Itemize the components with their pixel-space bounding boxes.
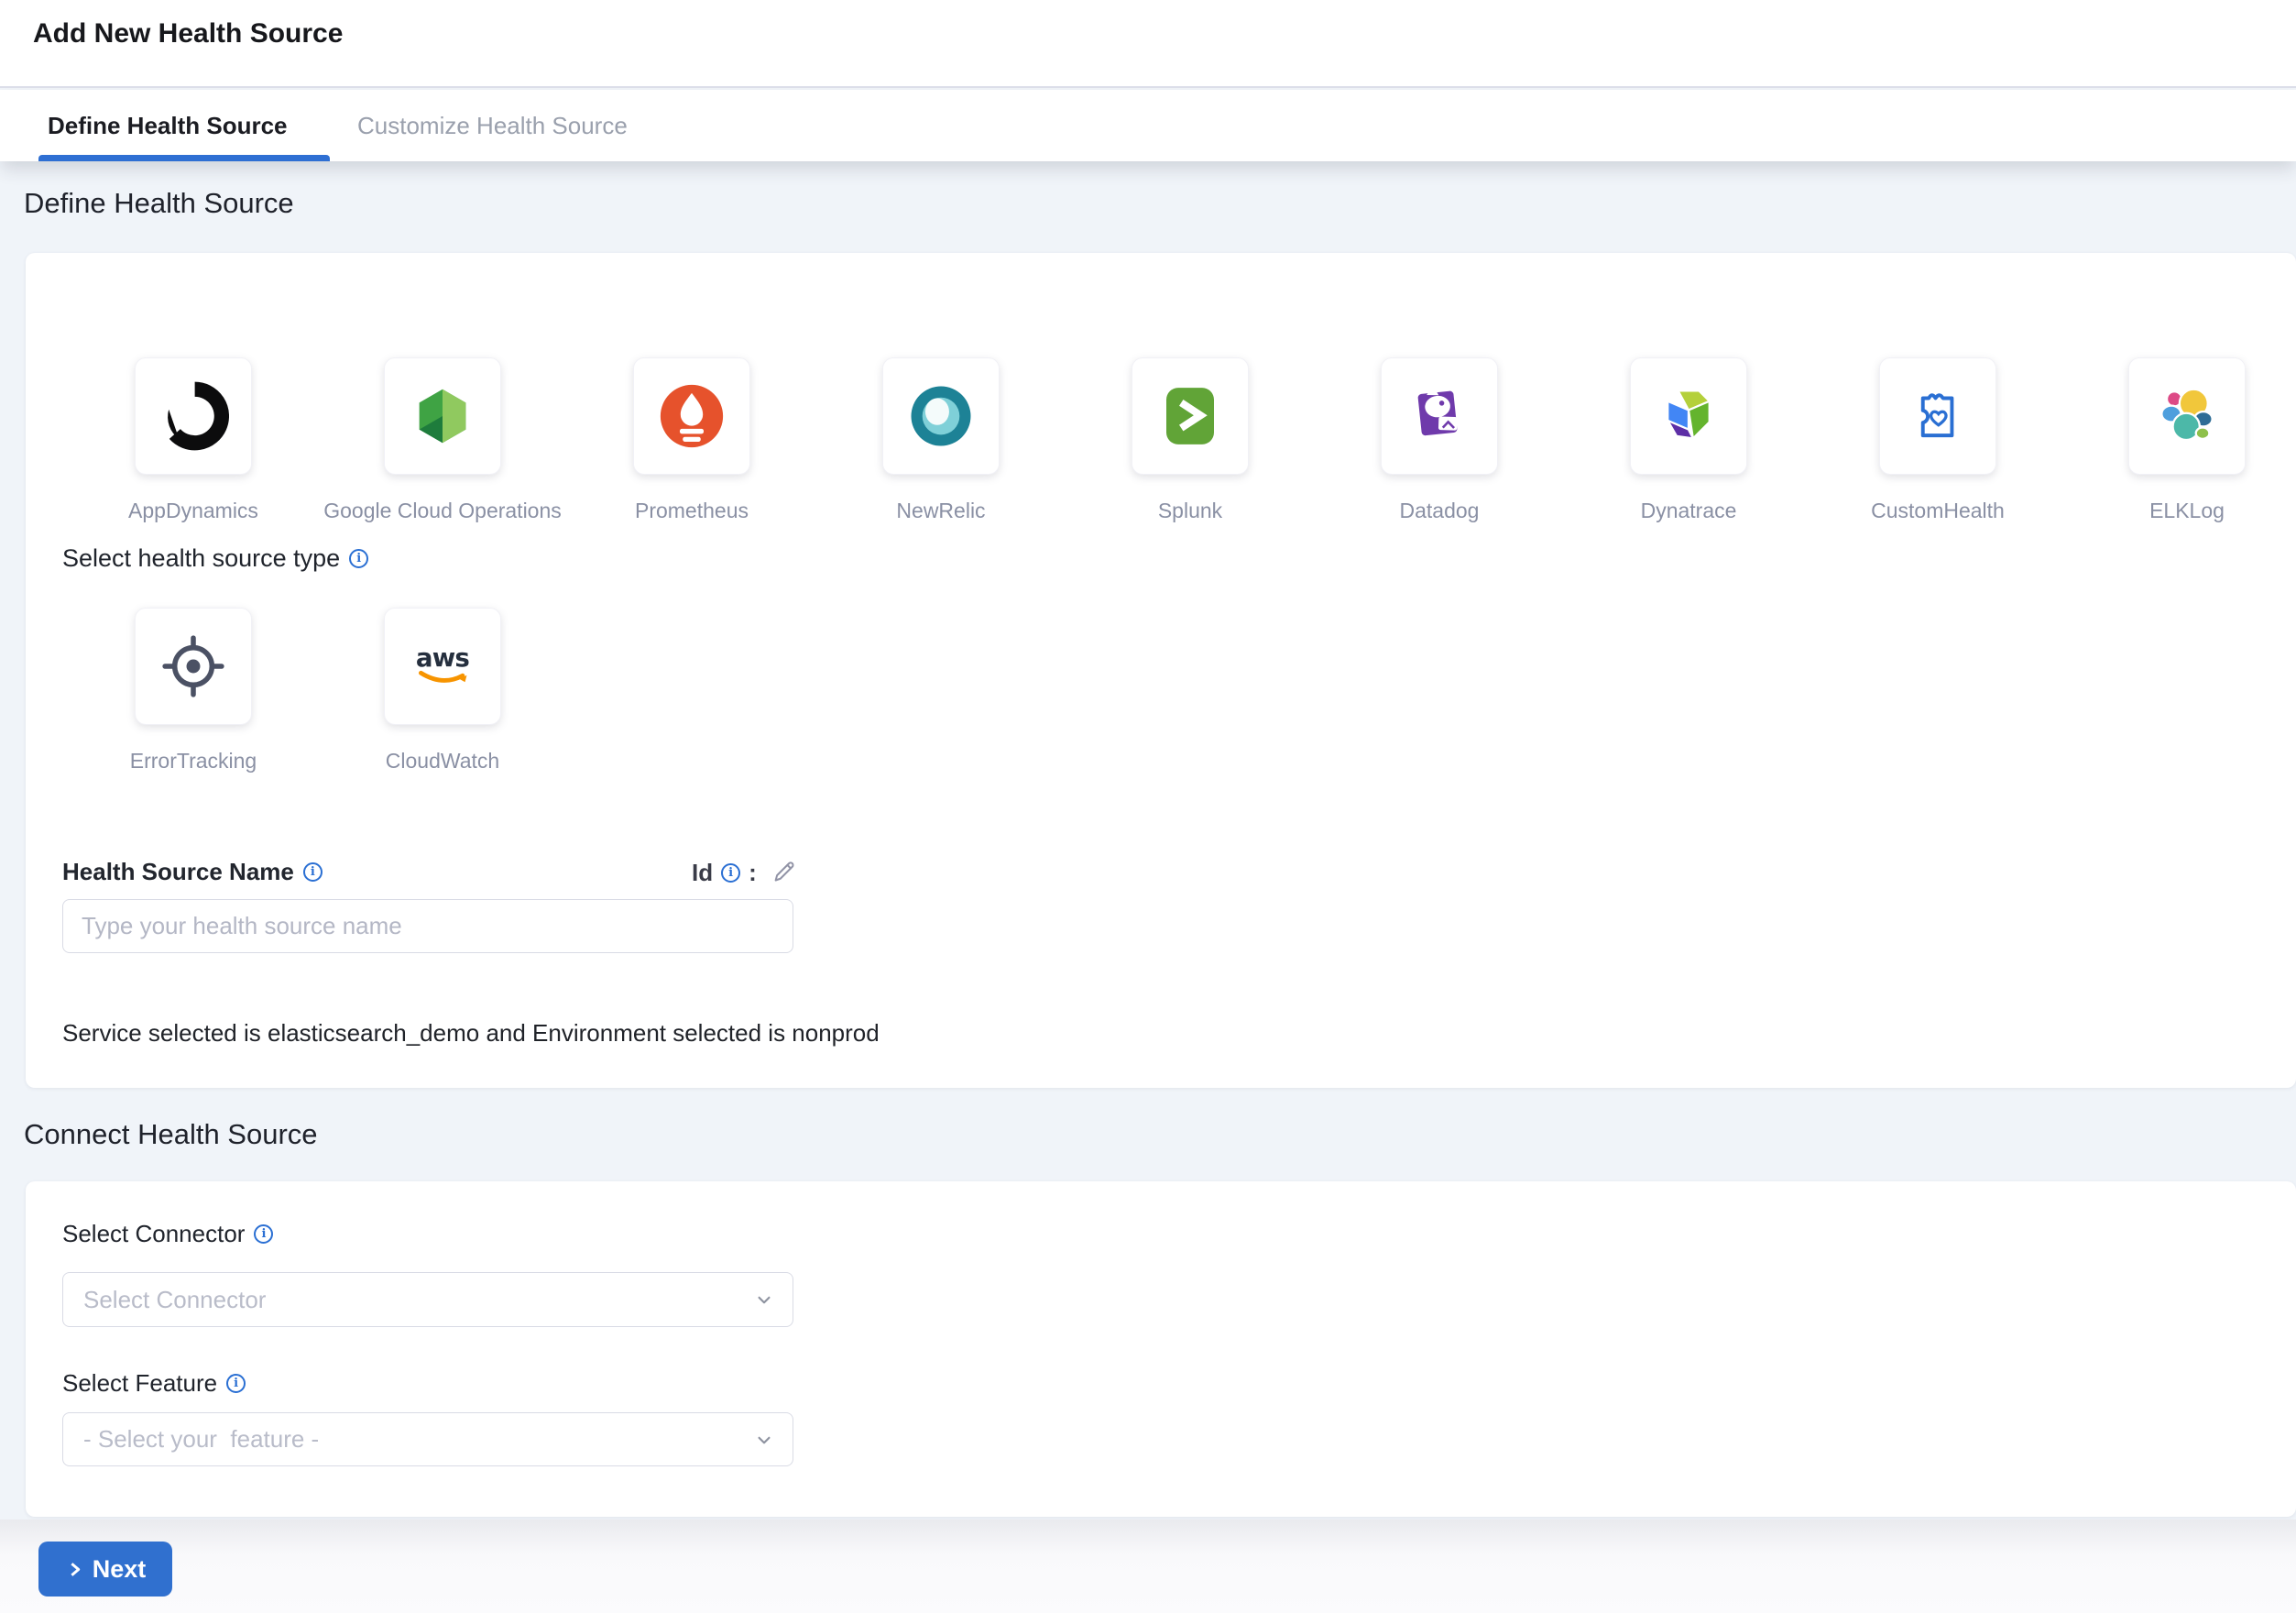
feature-select[interactable]: - Select your feature - — [62, 1412, 793, 1466]
tab-define-label: Define Health Source — [48, 112, 288, 140]
svg-text:aws: aws — [416, 642, 470, 673]
health-source-type-prometheus[interactable] — [633, 357, 750, 475]
id-info-icon[interactable] — [721, 863, 740, 883]
health-source-type-label: ELKLog — [2149, 499, 2225, 523]
id-colon: : — [749, 859, 757, 887]
health-source-type-label: AppDynamics — [128, 499, 258, 523]
customhealth-icon — [1902, 380, 1973, 452]
chevron-down-icon — [752, 1428, 776, 1452]
select-feature-info-icon[interactable] — [226, 1374, 246, 1393]
health-source-type-cell-splunk: Splunk — [1066, 357, 1315, 523]
connect-section-heading: Connect Health Source — [24, 1118, 318, 1151]
health-source-type-dynatrace[interactable] — [1630, 357, 1747, 475]
define-section-heading: Define Health Source — [24, 187, 294, 220]
select-connector-label: Select Connector — [62, 1220, 245, 1248]
name-label-row: Health Source Name — [62, 858, 323, 886]
health-source-type-elklog[interactable] — [2128, 357, 2246, 475]
tab-customize-health-source[interactable]: Customize Health Source — [357, 90, 628, 161]
health-source-type-label: CloudWatch — [386, 749, 499, 774]
health-source-name-input[interactable] — [62, 899, 793, 953]
health-source-type-appdynamics[interactable] — [135, 357, 252, 475]
edit-id-button[interactable] — [771, 858, 798, 888]
service-environment-note: Service selected is elasticsearch_demo a… — [62, 1019, 880, 1048]
health-source-type-cell-errortracking: ErrorTracking — [69, 608, 318, 774]
health-source-type-cell-appdynamics: AppDynamics — [69, 357, 318, 523]
health-source-name-label: Health Source Name — [62, 858, 294, 886]
pencil-icon — [771, 858, 798, 888]
health-source-type-customhealth[interactable] — [1879, 357, 1996, 475]
health-source-type-cloudwatch[interactable]: aws — [384, 608, 501, 725]
health-source-type-label: ErrorTracking — [130, 749, 257, 774]
health-source-type-cell-elklog: ELKLog — [2062, 357, 2296, 523]
splunk-icon — [1154, 380, 1226, 452]
appdynamics-icon — [158, 380, 229, 452]
select-connector-info-icon[interactable] — [254, 1224, 273, 1244]
health-source-type-cell-datadog: Datadog — [1315, 357, 1564, 523]
page-title: Add New Health Source — [33, 18, 343, 49]
health-source-type-cell-customhealth: CustomHealth — [1813, 357, 2062, 523]
cloudwatch-icon: aws — [407, 631, 478, 702]
health-source-type-label: Datadog — [1400, 499, 1480, 523]
active-tab-underline — [38, 155, 330, 161]
id-label: Id — [692, 859, 713, 887]
google-cloud-operations-icon — [407, 380, 478, 452]
elklog-icon — [2151, 380, 2223, 452]
chevron-down-icon — [752, 1288, 776, 1311]
footer-bar: Next — [0, 1520, 2296, 1613]
connect-health-source-card: Select Connector Select Connector Select… — [26, 1181, 2296, 1517]
connector-label-row: Select Connector — [62, 1220, 273, 1248]
connector-select-placeholder: Select Connector — [83, 1286, 752, 1314]
dynatrace-icon — [1653, 380, 1724, 452]
datadog-icon — [1404, 380, 1475, 452]
health-source-type-grid: AppDynamics Google Cloud Operations Promet… — [69, 357, 2296, 774]
page-header: Add New Health Source — [0, 0, 2296, 88]
select-feature-label: Select Feature — [62, 1369, 217, 1398]
prometheus-icon — [656, 380, 727, 452]
feature-label-row: Select Feature — [62, 1369, 246, 1398]
newrelic-icon — [905, 380, 977, 452]
health-source-type-label: Google Cloud Operations — [323, 499, 562, 523]
chevron-right-icon — [65, 1560, 84, 1579]
tab-customize-label: Customize Health Source — [357, 112, 628, 140]
health-source-type-cell-newrelic: NewRelic — [816, 357, 1066, 523]
tab-define-health-source[interactable]: Define Health Source — [48, 90, 288, 161]
health-source-type-google-cloud-operations[interactable] — [384, 357, 501, 475]
health-source-type-label: Splunk — [1158, 499, 1222, 523]
health-source-type-label: CustomHealth — [1871, 499, 2005, 523]
health-source-type-splunk[interactable] — [1132, 357, 1249, 475]
define-health-source-card: Select health source type AppDynamicsGoo… — [26, 253, 2296, 1088]
add-health-source-page: Add New Health Source Define Health Sour… — [0, 0, 2296, 1613]
feature-select-placeholder: - Select your feature - — [83, 1425, 752, 1454]
identifier-group: Id : — [692, 858, 798, 888]
next-button-label: Next — [93, 1555, 147, 1584]
health-source-type-cell-cloudwatch: aws CloudWatch — [318, 608, 567, 774]
health-source-type-cell-dynatrace: Dynatrace — [1564, 357, 1813, 523]
health-source-type-newrelic[interactable] — [882, 357, 1000, 475]
health-source-name-info-icon[interactable] — [303, 862, 323, 882]
health-source-type-cell-prometheus: Prometheus — [567, 357, 816, 523]
connector-select[interactable]: Select Connector — [62, 1272, 793, 1327]
health-source-type-label: Prometheus — [635, 499, 749, 523]
health-source-type-cell-google-cloud-operations: Google Cloud Operations — [318, 357, 567, 523]
errortracking-icon — [158, 631, 229, 702]
next-button[interactable]: Next — [38, 1542, 172, 1597]
health-source-type-errortracking[interactable] — [135, 608, 252, 725]
tab-bar: Define Health Source Customize Health So… — [0, 90, 2296, 161]
health-source-type-datadog[interactable] — [1381, 357, 1498, 475]
health-source-type-label: NewRelic — [896, 499, 985, 523]
health-source-type-label: Dynatrace — [1641, 499, 1737, 523]
